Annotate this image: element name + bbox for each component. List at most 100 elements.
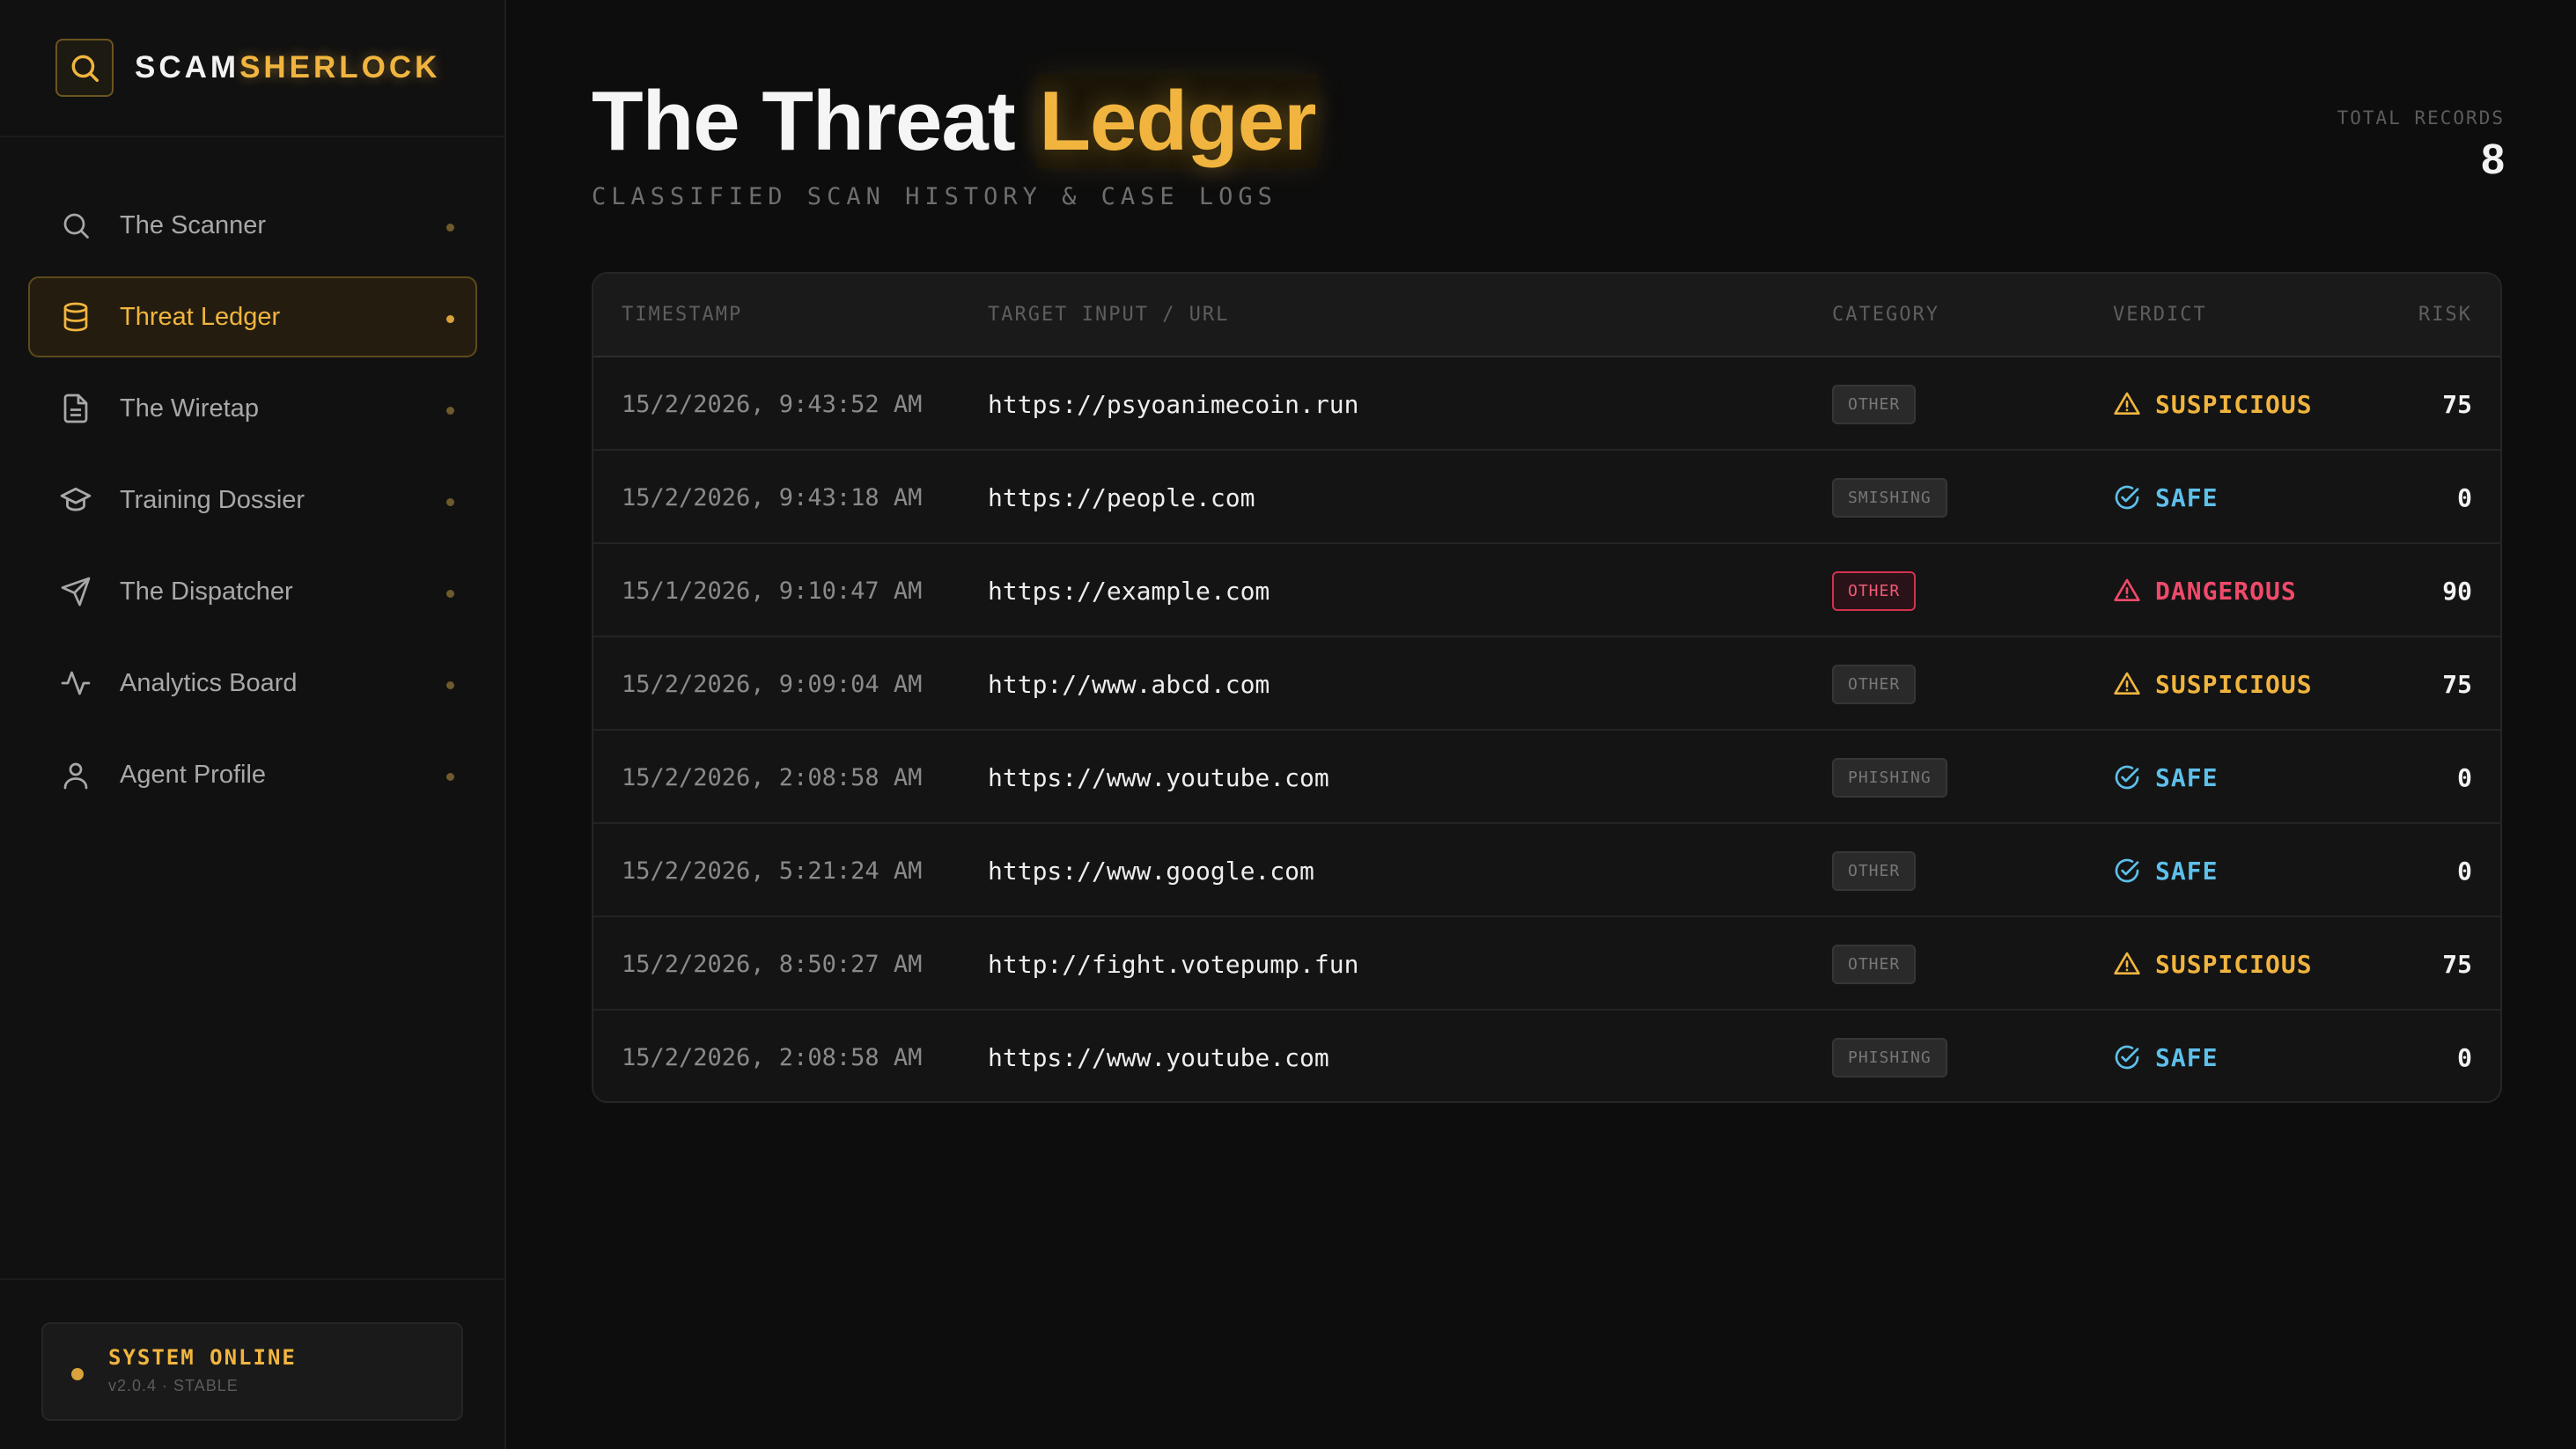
column-header-risk[interactable]: RISK: [2418, 304, 2472, 326]
table-row[interactable]: 15/2/2026, 2:08:58 AM https://www.youtube…: [593, 1011, 2500, 1101]
row-category: OTHER: [1832, 544, 1917, 637]
warning-icon: [2113, 669, 2143, 699]
threat-ledger-table: TIMESTAMP TARGET INPUT / URL CATEGORY VE…: [592, 272, 2502, 1103]
sidebar-item-label: Analytics Board: [120, 668, 298, 697]
check-circle-icon: [2113, 762, 2143, 792]
row-target-url[interactable]: https://people.com: [988, 451, 1255, 544]
category-badge: OTHER: [1832, 850, 1917, 891]
search-icon: [58, 208, 93, 243]
check-circle-icon: [2113, 1042, 2143, 1072]
user-icon: [58, 757, 93, 792]
verdict-label: DANGEROUS: [2155, 576, 2297, 606]
row-target-url[interactable]: https://psyoanimecoin.run: [988, 357, 1358, 451]
status-title: SYSTEM ONLINE: [108, 1345, 297, 1370]
column-header-verdict[interactable]: VERDICT: [2113, 304, 2207, 326]
page-title-part1: The Threat: [592, 74, 1016, 168]
table-row[interactable]: 15/2/2026, 2:08:58 AM https://www.youtube…: [593, 731, 2500, 824]
check-circle-icon: [2113, 482, 2143, 512]
table-row[interactable]: 15/2/2026, 8:50:27 AM http://fight.votepu…: [593, 917, 2500, 1011]
activity-icon: [58, 666, 93, 701]
total-records-label: TOTAL RECORDS: [2337, 107, 2505, 129]
category-badge: OTHER: [1832, 570, 1917, 611]
row-category: OTHER: [1832, 824, 1917, 917]
row-target-url[interactable]: http://www.abcd.com: [988, 637, 1270, 731]
status-dot: [446, 315, 454, 323]
sidebar-item-label: Training Dossier: [120, 485, 305, 514]
row-timestamp: 15/2/2026, 8:50:27 AM: [622, 950, 923, 978]
row-risk-score: 0: [2457, 482, 2472, 512]
sidebar-item-training-dossier[interactable]: Training Dossier: [28, 460, 477, 541]
warning-icon: [2113, 389, 2143, 419]
sidebar-nav: The Scanner Threat Ledger The Wiretap Tr…: [28, 185, 477, 826]
row-timestamp: 15/2/2026, 2:08:58 AM: [622, 763, 923, 791]
sidebar-item-scanner[interactable]: The Scanner: [28, 185, 477, 266]
sidebar-item-label: The Dispatcher: [120, 577, 293, 606]
row-target-url[interactable]: https://www.youtube.com: [988, 1011, 1329, 1101]
table-row[interactable]: 15/2/2026, 9:09:04 AM http://www.abcd.com…: [593, 637, 2500, 731]
row-timestamp: 15/2/2026, 5:21:24 AM: [622, 857, 923, 885]
table-row[interactable]: 15/2/2026, 5:21:24 AM https://www.google.…: [593, 824, 2500, 917]
main-content: The Threat Ledger CLASSIFIED SCAN HISTOR…: [506, 0, 2576, 1449]
sidebar-item-label: The Wiretap: [120, 394, 259, 423]
sidebar-item-wiretap[interactable]: The Wiretap: [28, 368, 477, 449]
row-target-url[interactable]: https://www.youtube.com: [988, 731, 1329, 824]
table-row[interactable]: 15/2/2026, 9:43:52 AM https://psyoanimeco…: [593, 357, 2500, 451]
column-header-category[interactable]: CATEGORY: [1832, 304, 1939, 326]
sidebar-item-label: The Scanner: [120, 210, 267, 239]
row-verdict: SAFE: [2113, 1011, 2219, 1101]
sidebar-item-analytics-board[interactable]: Analytics Board: [28, 643, 477, 724]
row-risk-score: 75: [2442, 669, 2472, 699]
sidebar-item-threat-ledger[interactable]: Threat Ledger: [28, 276, 477, 357]
database-icon: [58, 299, 93, 335]
verdict-label: SAFE: [2155, 1042, 2219, 1072]
row-target-url[interactable]: http://fight.votepump.fun: [988, 917, 1358, 1011]
row-timestamp: 15/2/2026, 9:09:04 AM: [622, 670, 923, 698]
check-circle-icon: [2113, 856, 2143, 886]
search-icon[interactable]: [55, 39, 114, 97]
status-dot: [446, 224, 454, 232]
sidebar: SCAMSHERLOCK The Scanner Threat Ledger T…: [0, 0, 506, 1449]
send-icon: [58, 574, 93, 609]
row-category: SMISHING: [1832, 451, 1947, 544]
row-category: OTHER: [1832, 357, 1917, 451]
table-row[interactable]: 15/1/2026, 9:10:47 AM https://example.com…: [593, 544, 2500, 637]
row-verdict: DANGEROUS: [2113, 544, 2297, 637]
status-version: v2.0.4 · STABLE: [108, 1377, 239, 1394]
table-row[interactable]: 15/2/2026, 9:43:18 AM https://people.com S…: [593, 451, 2500, 544]
category-badge: PHISHING: [1832, 757, 1947, 798]
verdict-label: SAFE: [2155, 482, 2219, 512]
row-target-url[interactable]: https://www.google.com: [988, 824, 1314, 917]
table-header: TIMESTAMP TARGET INPUT / URL CATEGORY VE…: [593, 274, 2500, 357]
row-verdict: SAFE: [2113, 731, 2218, 824]
verdict-label: SAFE: [2155, 856, 2219, 886]
graduation-cap-icon: [58, 482, 93, 518]
status-dot: [446, 590, 454, 598]
row-category: OTHER: [1832, 917, 1917, 1011]
sidebar-footer: SYSTEM ONLINE v2.0.4 · STABLE: [0, 1278, 504, 1449]
row-risk-score: 90: [2442, 576, 2472, 606]
row-risk-score: 0: [2457, 762, 2472, 792]
total-records-count: 8: [2481, 136, 2505, 183]
page-subtitle: CLASSIFIED SCAN HISTORY & CASE LOGS: [592, 183, 1277, 210]
status-dot: [446, 773, 454, 781]
row-timestamp: 15/2/2026, 2:08:58 AM: [622, 1043, 923, 1071]
row-risk-score: 75: [2442, 949, 2472, 979]
document-icon: [58, 391, 93, 426]
row-timestamp: 15/2/2026, 9:43:18 AM: [622, 483, 923, 511]
column-header-timestamp[interactable]: TIMESTAMP: [622, 304, 742, 326]
row-verdict: SUSPICIOUS: [2113, 637, 2313, 731]
status-dot: [446, 681, 454, 689]
sidebar-item-dispatcher[interactable]: The Dispatcher: [28, 551, 477, 632]
row-timestamp: 15/1/2026, 9:10:47 AM: [622, 577, 923, 605]
row-category: OTHER: [1832, 637, 1917, 731]
column-header-target[interactable]: TARGET INPUT / URL: [988, 304, 1229, 326]
sidebar-item-agent-profile[interactable]: Agent Profile: [28, 734, 477, 815]
row-verdict: SUSPICIOUS: [2113, 917, 2313, 1011]
category-badge: PHISHING: [1832, 1037, 1947, 1078]
verdict-label: SAFE: [2155, 762, 2219, 792]
page-title-highlight: Ledger: [1037, 74, 1318, 168]
category-badge: OTHER: [1832, 664, 1917, 704]
row-target-url[interactable]: https://example.com: [988, 544, 1270, 637]
category-badge: OTHER: [1832, 944, 1917, 984]
table-body: 15/2/2026, 9:43:52 AM https://psyoanimeco…: [593, 357, 2500, 1101]
